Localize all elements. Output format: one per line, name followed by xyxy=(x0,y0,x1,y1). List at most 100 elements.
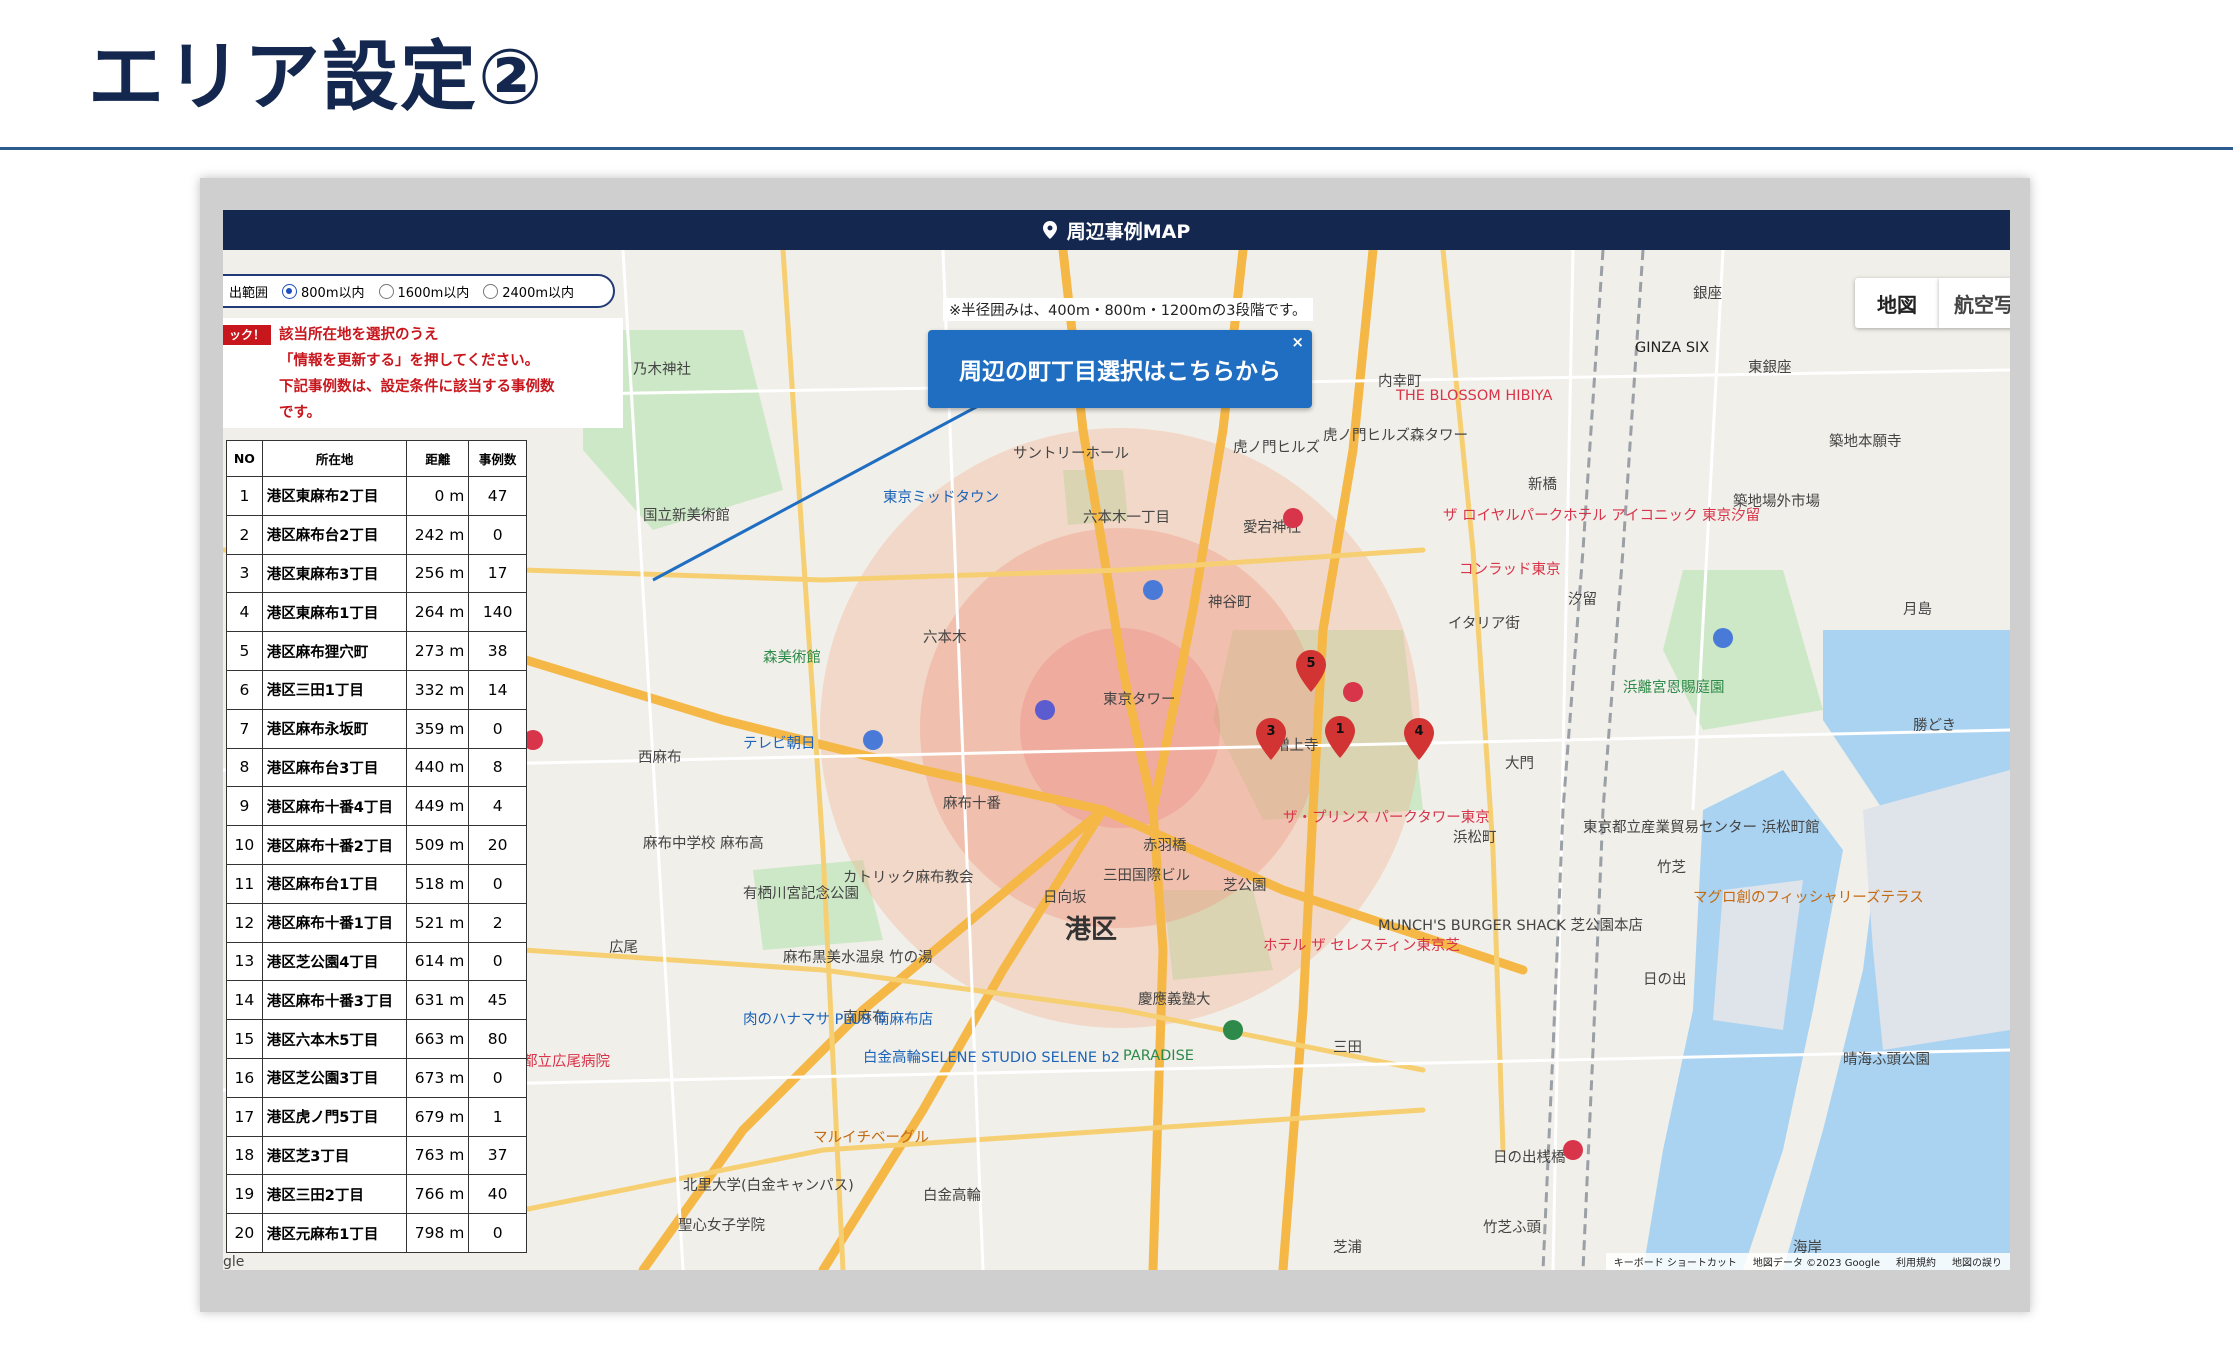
callout-text: 周辺の町丁目選択はこちらから xyxy=(959,359,1281,385)
table-row[interactable]: 7 港区麻布永坂町 359 m0 xyxy=(226,708,527,749)
radius-selector: 出範囲 800m以内 1600m以内 2400m以内 xyxy=(223,274,615,308)
map-label-nogizaka: 乃木神社 xyxy=(633,362,691,378)
notice-line: です。 xyxy=(279,405,322,421)
row-count: 47 xyxy=(468,476,527,516)
row-no: 14 xyxy=(226,980,263,1021)
row-no: 12 xyxy=(226,902,263,943)
keyboard-shortcuts-link[interactable]: キーボード ショートカット xyxy=(1606,1254,1745,1269)
row-distance: 332 m xyxy=(406,669,470,710)
table-row[interactable]: 4 港区東麻布1丁目 264 m 140 xyxy=(226,592,527,633)
table-row[interactable]: 13 港区芝公園4丁目 614 m0 xyxy=(226,941,527,982)
notice-line: 該当所在地を選択のうえ xyxy=(279,327,439,343)
table-row[interactable]: 10 港区麻布十番2丁目 509 m 20 xyxy=(226,825,527,865)
radius-note: ※半径囲みは、400m・800m・1200mの3段階です。 xyxy=(943,298,1313,321)
map-screenshot: 周辺事例MAP 港区 東京タワー 六本木 麻布十番 赤羽橋 芝公園 増上寺 浜松… xyxy=(223,210,2010,1270)
case-marker-4[interactable]: 4 xyxy=(1404,718,1434,760)
row-count: 1 xyxy=(468,1096,527,1137)
map-label-kamiyacho: 神谷町 xyxy=(1208,595,1252,611)
row-location: 港区六本木5丁目 xyxy=(261,1019,408,1059)
map-label-prince: ザ・プリンス パークタワー東京 xyxy=(1283,810,1490,826)
row-distance: 264 m xyxy=(406,592,470,633)
table-row[interactable]: 16 港区芝公園3丁目 673 m0 xyxy=(226,1057,527,1098)
row-location: 港区麻布狸穴町 xyxy=(261,631,408,671)
report-error-link[interactable]: 地図の誤り xyxy=(1944,1254,2010,1269)
table-row[interactable]: 14 港区麻布十番3丁目 631 m 45 xyxy=(226,980,527,1021)
row-no: 7 xyxy=(226,708,263,749)
map-label-shiodome: 汐留 xyxy=(1568,592,1597,608)
table-row[interactable]: 20 港区元麻布1丁目 798 m0 xyxy=(226,1213,527,1253)
row-location: 港区芝公園4丁目 xyxy=(261,941,408,982)
map-label-church: カトリック麻布教会 xyxy=(843,870,974,886)
table-row[interactable]: 18 港区芝3丁目 763 m 37 xyxy=(226,1135,527,1176)
row-count: 38 xyxy=(468,631,527,671)
poi-icon xyxy=(1035,700,1055,720)
map-label-nishiazabu: 西麻布 xyxy=(638,750,682,766)
map-label-tvasahi: テレビ朝日 xyxy=(743,736,816,752)
map-label-hiroo-hospital: 都立広尾病院 xyxy=(523,1054,610,1070)
row-no: 3 xyxy=(226,553,263,594)
map-label-hinode: 日の出 xyxy=(1643,972,1687,988)
map-label-takeshiba-pier: 竹芝ふ頭 xyxy=(1483,1220,1541,1236)
table-row[interactable]: 1 港区東麻布2丁目 0 m 47 xyxy=(226,476,527,516)
map-label-shirokane: 白金高輪 xyxy=(923,1188,981,1204)
map-label-royal-park: ザ ロイヤルパークホテル アイコニック 東京汐留 xyxy=(1443,508,1761,524)
poi-icon xyxy=(1143,580,1163,600)
terms-link[interactable]: 利用規約 xyxy=(1888,1254,1944,1269)
table-row[interactable]: 17 港区虎ノ門5丁目 679 m1 xyxy=(226,1096,527,1137)
row-no: 9 xyxy=(226,786,263,827)
row-count: 14 xyxy=(468,669,527,710)
map-label-italian: イタリア街 xyxy=(1448,616,1520,632)
row-count: 0 xyxy=(468,514,527,555)
table-row[interactable]: 2 港区麻布台2丁目 242 m0 xyxy=(226,514,527,555)
map-label-roppongi: 六本木 xyxy=(923,630,967,646)
case-marker-1[interactable]: 1 xyxy=(1325,716,1355,758)
row-no: 16 xyxy=(226,1057,263,1098)
row-count: 0 xyxy=(468,941,527,982)
map-label-market: 築地場外市場 xyxy=(1733,494,1820,510)
table-header-count: 事例数 xyxy=(468,440,527,477)
table-row[interactable]: 9 港区麻布十番4丁目 449 m4 xyxy=(226,786,527,827)
google-logo: gle xyxy=(223,1254,245,1270)
map-label-tsukiji: 築地本願寺 xyxy=(1829,434,1902,450)
table-row[interactable]: 15 港区六本木5丁目 663 m 80 xyxy=(226,1019,527,1059)
map-type-satellite-button[interactable]: 航空写 xyxy=(1939,278,2010,328)
row-no: 8 xyxy=(226,747,263,788)
map-label-mita: 三田 xyxy=(1333,1040,1362,1056)
case-marker-5[interactable]: 5 xyxy=(1296,650,1326,692)
map-label-tokyo-tower: 東京タワー xyxy=(1103,692,1176,708)
map-canvas[interactable]: 港区 東京タワー 六本木 麻布十番 赤羽橋 芝公園 増上寺 浜松町 新橋 GIN… xyxy=(223,250,2010,1270)
case-marker-3[interactable]: 3 xyxy=(1256,718,1286,760)
map-label-takeshiba: 竹芝 xyxy=(1657,860,1686,876)
row-count: 140 xyxy=(468,592,527,633)
close-icon[interactable]: × xyxy=(1291,333,1304,351)
map-label-toranomon: 虎ノ門ヒルズ森タワー xyxy=(1323,428,1468,444)
row-no: 19 xyxy=(226,1174,263,1215)
radius-option-1600[interactable]: 1600m以内 xyxy=(378,282,469,301)
area-select-callout[interactable]: 周辺の町丁目選択はこちらから × xyxy=(928,330,1312,408)
table-row[interactable]: 6 港区三田1丁目 332 m 14 xyxy=(226,669,527,710)
row-location: 港区芝3丁目 xyxy=(261,1135,408,1176)
row-distance: 440 m xyxy=(406,747,470,788)
row-no: 15 xyxy=(226,1019,263,1059)
row-count: 0 xyxy=(468,708,527,749)
row-count: 0 xyxy=(468,1057,527,1098)
row-distance: 256 m xyxy=(406,553,470,594)
map-type-map-button[interactable]: 地図 xyxy=(1855,278,1939,328)
map-label-hamarikyu: 浜離宮恩賜庭園 xyxy=(1623,680,1725,696)
table-row[interactable]: 3 港区東麻布3丁目 256 m 17 xyxy=(226,553,527,594)
map-label-blossom: THE BLOSSOM HIBIYA xyxy=(1396,388,1553,404)
map-label-suntory: サントリーホール xyxy=(1013,446,1129,462)
table-row[interactable]: 8 港区麻布台3丁目 440 m8 xyxy=(226,747,527,788)
radius-option-800[interactable]: 800m以内 xyxy=(282,282,365,301)
row-no: 11 xyxy=(226,863,263,904)
table-row[interactable]: 11 港区麻布台1丁目 518 m0 xyxy=(226,863,527,904)
radio-icon xyxy=(378,283,394,299)
table-row[interactable]: 12 港区麻布十番1丁目 521 m2 xyxy=(226,902,527,943)
row-no: 18 xyxy=(226,1135,263,1176)
table-row[interactable]: 19 港区三田2丁目 766 m 40 xyxy=(226,1174,527,1215)
map-label-harumi: 晴海ふ頭公園 xyxy=(1843,1052,1930,1068)
row-distance: 359 m xyxy=(406,708,470,749)
radius-option-2400[interactable]: 2400m以内 xyxy=(483,282,574,301)
table-row[interactable]: 5 港区麻布狸穴町 273 m 38 xyxy=(226,631,527,671)
table-header-no: NO xyxy=(226,440,263,477)
